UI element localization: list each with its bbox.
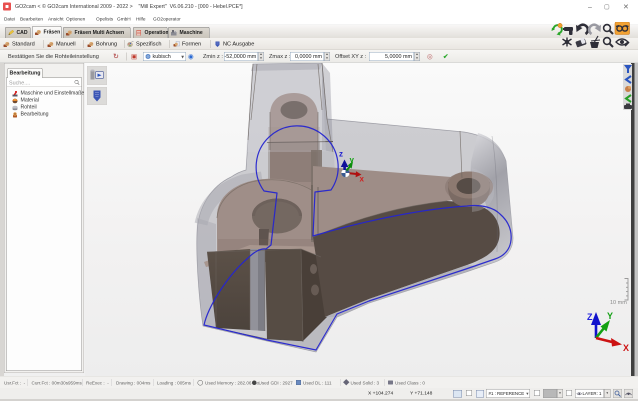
svg-text:10 mm: 10 mm [610,300,627,306]
svg-text:x: x [360,175,365,184]
svg-text:y: y [350,156,355,165]
svg-text:z: z [339,150,343,159]
svg-text:Y: Y [607,311,613,321]
svg-text:X: X [623,343,629,353]
svg-text:Z: Z [587,312,593,322]
